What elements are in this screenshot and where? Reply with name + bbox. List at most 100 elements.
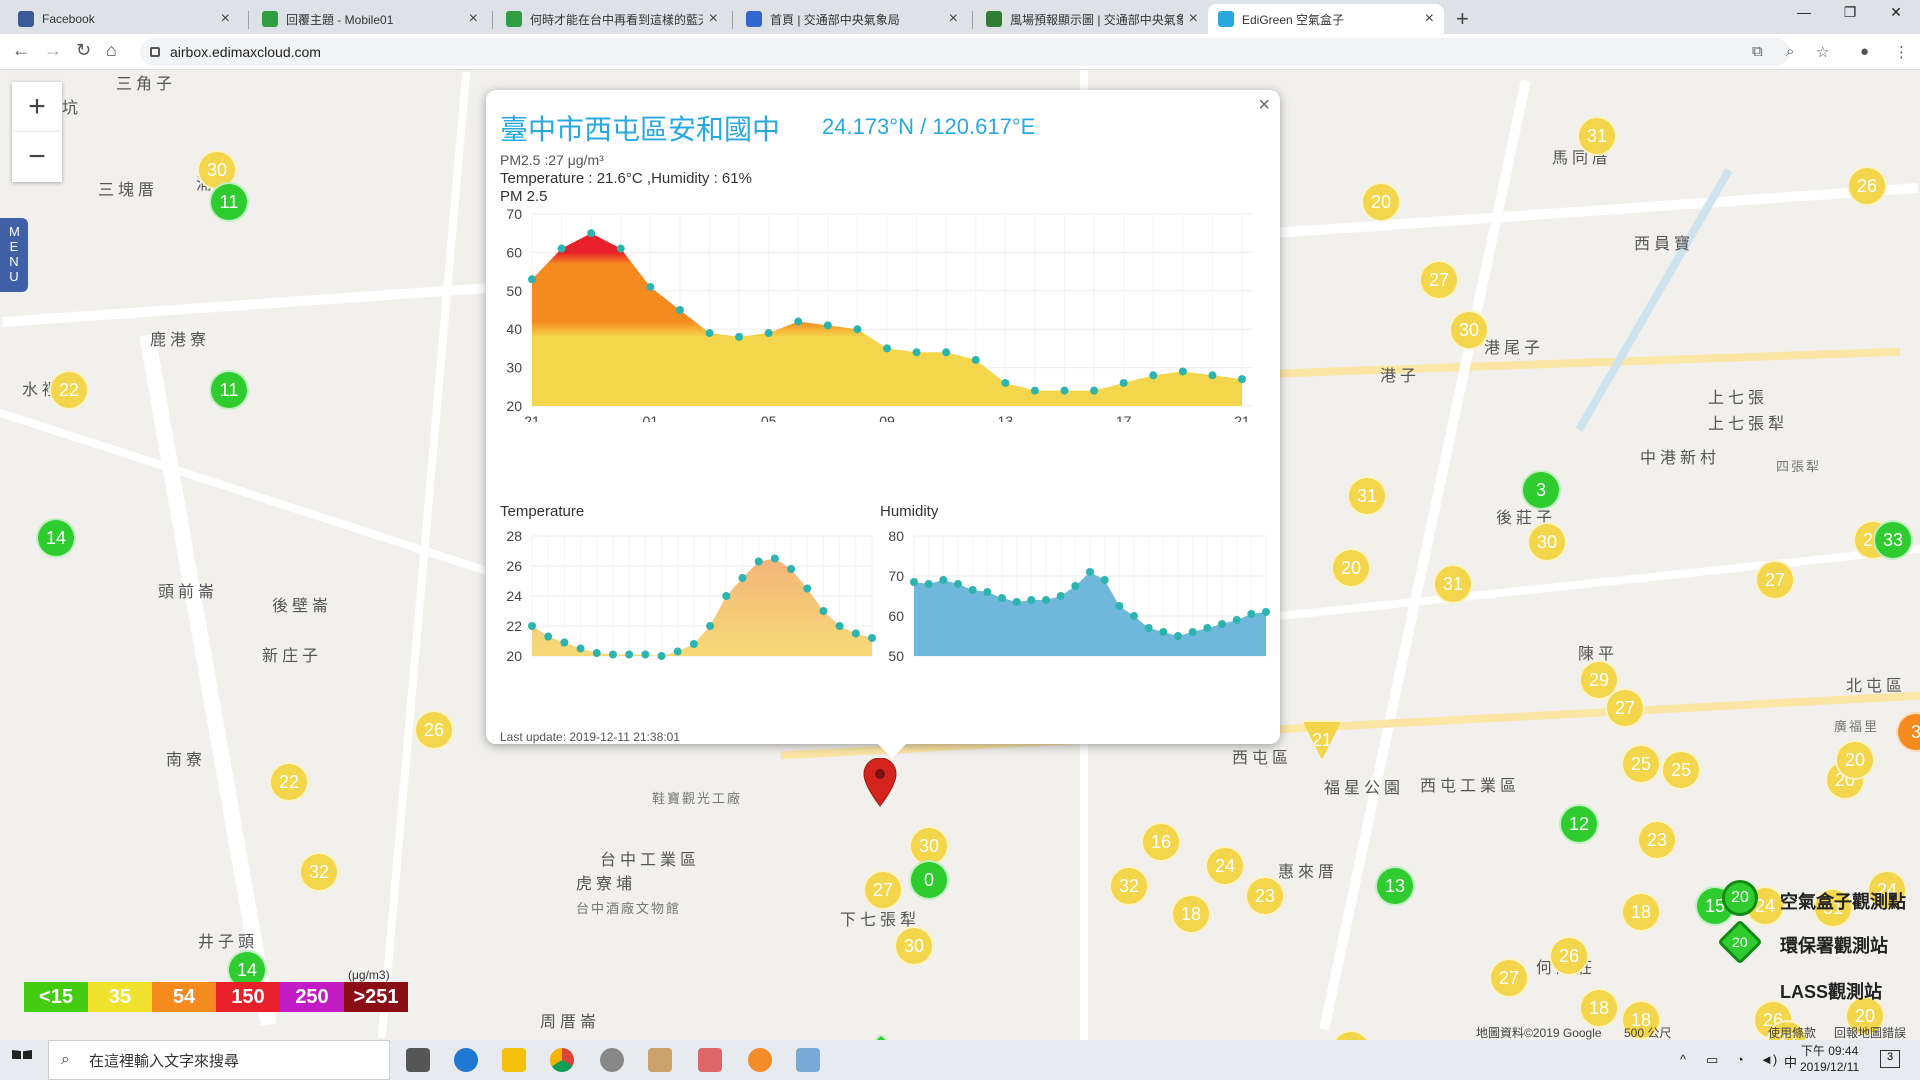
- airbox-marker[interactable]: 26: [1847, 166, 1887, 206]
- app-icon[interactable]: [600, 1048, 624, 1072]
- chrome-icon[interactable]: [550, 1048, 574, 1072]
- airbox-marker[interactable]: 22: [269, 762, 309, 802]
- taskbar-clock[interactable]: 下午 09:44 2019/12/11: [1800, 1043, 1859, 1075]
- report-error-link[interactable]: 回報地圖錯誤: [1834, 1024, 1906, 1040]
- airbox-marker[interactable]: 33: [1873, 520, 1913, 560]
- airbox-marker[interactable]: 18: [1171, 894, 1211, 934]
- menu-dots-icon[interactable]: ⋮: [1894, 43, 1909, 61]
- battery-icon[interactable]: ▭: [1706, 1052, 1718, 1068]
- tab-cwb-home[interactable]: 首頁 | 交通部中央氣象局 ×: [736, 4, 968, 34]
- lass-marker[interactable]: 21: [1302, 720, 1342, 760]
- location-pin-icon[interactable]: [862, 758, 898, 808]
- airbox-marker[interactable]: 25: [1661, 750, 1701, 790]
- windows-start-icon[interactable]: [12, 1050, 32, 1059]
- file-explorer-icon[interactable]: [502, 1048, 526, 1072]
- zoom-in-button[interactable]: +: [12, 82, 62, 132]
- airbox-marker[interactable]: 11: [209, 370, 249, 410]
- search-icon: ⌕: [61, 1051, 70, 1068]
- airbox-marker[interactable]: 27: [863, 870, 903, 910]
- airbox-marker[interactable]: 12: [1559, 804, 1599, 844]
- airbox-marker[interactable]: 32: [299, 852, 339, 892]
- tab-cwb-wind[interactable]: 風場預報顯示圖 | 交通部中央氣象局 ×: [976, 4, 1208, 34]
- airbox-marker[interactable]: 0: [909, 860, 949, 900]
- airbox-marker[interactable]: 3: [1521, 470, 1561, 510]
- airbox-marker[interactable]: 11: [209, 182, 249, 222]
- airbox-marker[interactable]: 31: [1433, 564, 1473, 604]
- airbox-marker[interactable]: 27: [1419, 260, 1459, 300]
- bookmark-star-icon[interactable]: ☆: [1816, 43, 1829, 61]
- airbox-marker[interactable]: 18: [1621, 892, 1661, 932]
- blender-icon[interactable]: [748, 1048, 772, 1072]
- airbox-marker[interactable]: 32: [1331, 1030, 1371, 1040]
- translate-icon[interactable]: ⧉: [1752, 43, 1763, 60]
- airbox-marker[interactable]: 20: [1331, 548, 1371, 588]
- airbox-marker[interactable]: 30: [1449, 310, 1489, 350]
- airbox-marker[interactable]: 3: [1896, 712, 1920, 752]
- address-bar[interactable]: airbox.edimaxcloud.com: [140, 38, 1790, 66]
- zoom-icon[interactable]: ⌕: [1786, 43, 1794, 60]
- close-icon[interactable]: ×: [221, 10, 230, 28]
- wifi-icon[interactable]: ◔: [1736, 1052, 1744, 1067]
- app-icon[interactable]: [648, 1048, 672, 1072]
- close-icon[interactable]: ×: [1189, 10, 1198, 28]
- minimize-button[interactable]: —: [1784, 4, 1824, 20]
- edge-icon[interactable]: [454, 1048, 478, 1072]
- map-canvas[interactable]: 三角子 坑 三塊厝 浦子 鹿港寮 水裡社 頭前崙 後壁崙 新庄子 南寮 井子頭 …: [0, 70, 1920, 1040]
- menu-tab[interactable]: MENU: [0, 218, 28, 292]
- airbox-marker[interactable]: 27: [1605, 688, 1645, 728]
- airbox-marker[interactable]: 14: [36, 518, 76, 558]
- task-view-icon[interactable]: [406, 1048, 430, 1072]
- data-point: [544, 632, 553, 641]
- close-icon[interactable]: ×: [709, 10, 718, 28]
- data-point: [803, 584, 812, 593]
- airbox-marker[interactable]: 31: [1347, 476, 1387, 516]
- close-icon[interactable]: ×: [469, 10, 478, 28]
- tab-facebook[interactable]: Facebook ×: [8, 4, 240, 34]
- ime-icon[interactable]: 中: [1784, 1052, 1797, 1071]
- close-button[interactable]: ×: [1258, 94, 1270, 117]
- notification-icon[interactable]: 3: [1880, 1050, 1900, 1068]
- home-icon[interactable]: ⌂: [106, 40, 117, 61]
- close-icon[interactable]: ×: [949, 10, 958, 28]
- terms-link[interactable]: 使用條款: [1768, 1024, 1816, 1040]
- epa-station-marker[interactable]: 15: [856, 1032, 906, 1040]
- back-arrow-icon[interactable]: ←: [12, 40, 30, 61]
- volume-icon[interactable]: ◄): [1760, 1052, 1777, 1067]
- tab-mobile01-bluesky[interactable]: 何時才能在台中再看到這樣的藍天 ×: [496, 4, 728, 34]
- airbox-marker[interactable]: 25: [1621, 744, 1661, 784]
- new-tab-button[interactable]: +: [1456, 6, 1469, 32]
- airbox-marker[interactable]: 20: [1361, 182, 1401, 222]
- tab-edigreen[interactable]: EdiGreen 空氣盒子 ×: [1208, 4, 1444, 34]
- taskbar-search-input[interactable]: ⌕ 在這裡輸入文字來搜尋: [48, 1040, 390, 1080]
- airbox-marker[interactable]: 31: [1577, 116, 1617, 156]
- airbox-marker[interactable]: 24: [1205, 846, 1245, 886]
- data-point: [608, 650, 617, 659]
- airbox-marker[interactable]: 30: [1527, 522, 1567, 562]
- forward-arrow-icon[interactable]: →: [44, 40, 62, 61]
- tray-chevron-icon[interactable]: ^: [1680, 1052, 1686, 1067]
- airbox-marker[interactable]: 27: [1755, 560, 1795, 600]
- tab-mobile01-reply[interactable]: 回覆主題 - Mobile01 ×: [252, 4, 488, 34]
- airbox-marker[interactable]: 26: [1549, 936, 1589, 976]
- window-close-button[interactable]: ✕: [1876, 4, 1916, 21]
- airbox-marker[interactable]: 20: [1835, 740, 1875, 780]
- app-icon[interactable]: [698, 1048, 722, 1072]
- airbox-marker[interactable]: 13: [1375, 866, 1415, 906]
- airbox-marker[interactable]: 16: [1141, 822, 1181, 862]
- data-point: [587, 229, 596, 238]
- airbox-marker[interactable]: 26: [414, 710, 454, 750]
- airbox-marker[interactable]: 27: [1489, 958, 1529, 998]
- zoom-out-button[interactable]: −: [12, 132, 62, 182]
- close-icon[interactable]: ×: [1425, 10, 1434, 28]
- map-scale[interactable]: 500 公尺: [1624, 1024, 1671, 1040]
- reload-icon[interactable]: ↻: [76, 40, 91, 61]
- airbox-marker[interactable]: 22: [49, 370, 89, 410]
- airbox-marker[interactable]: 32: [1109, 866, 1149, 906]
- airbox-marker[interactable]: 23: [1245, 876, 1285, 916]
- airbox-marker[interactable]: 18: [1579, 988, 1619, 1028]
- airbox-marker[interactable]: 23: [1637, 820, 1677, 860]
- airbox-marker[interactable]: 30: [894, 926, 934, 966]
- profile-icon[interactable]: ●: [1860, 43, 1869, 60]
- app-icon[interactable]: [796, 1048, 820, 1072]
- restore-button[interactable]: ❐: [1830, 4, 1870, 21]
